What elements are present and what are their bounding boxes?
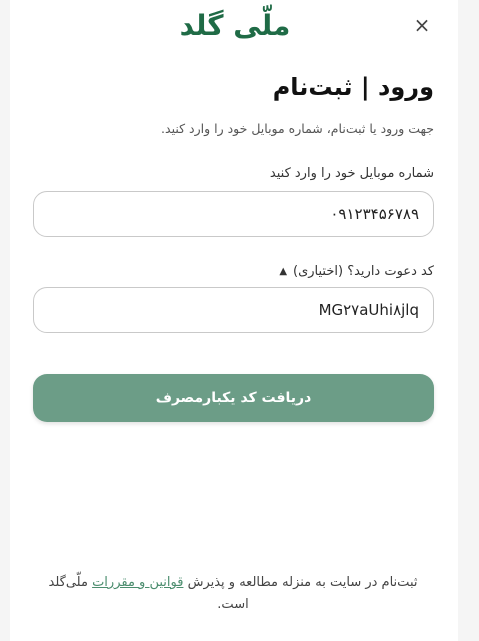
header: ملّی گلد ×: [10, 0, 458, 50]
auth-panel: ملّی گلد × ورود | ثبت‌نام جهت ورود یا ثب…: [10, 0, 458, 641]
terms-notice: ثبت‌نام در سایت به منزله مطالعه و پذیرش …: [38, 572, 428, 616]
brand-logo: ملّی گلد: [179, 8, 291, 42]
caret-up-icon[interactable]: ▲: [279, 266, 287, 277]
page-subtitle: جهت ورود یا ثبت‌نام، شماره موبایل خود را…: [161, 121, 434, 136]
get-otp-button[interactable]: دریافت کد یکبارمصرف: [33, 374, 434, 422]
mobile-label: شماره موبایل خود را وارد کنید: [269, 166, 434, 181]
invite-code-input[interactable]: [33, 287, 434, 333]
invite-toggle[interactable]: کد دعوت دارید؟ (اختیاری) ▲: [279, 264, 434, 279]
close-icon[interactable]: ×: [410, 13, 434, 37]
terms-prefix: ثبت‌نام در سایت به منزله مطالعه و پذیرش: [183, 575, 418, 590]
page-title: ورود | ثبت‌نام: [272, 73, 434, 101]
terms-link[interactable]: قوانین و مقررات: [92, 575, 183, 590]
mobile-input[interactable]: [33, 191, 434, 237]
invite-label: کد دعوت دارید؟ (اختیاری): [293, 264, 434, 279]
